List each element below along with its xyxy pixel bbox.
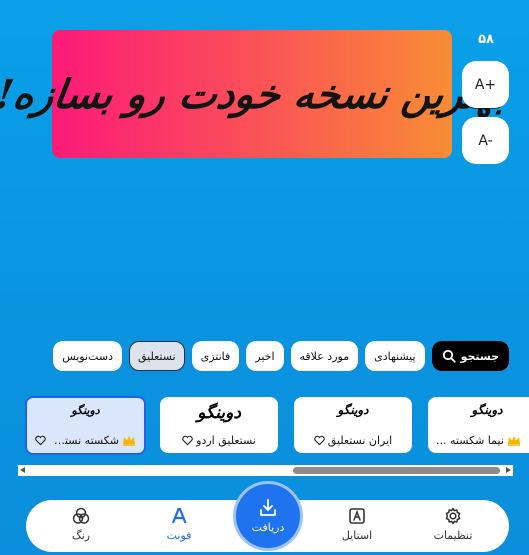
font-name: نستعلیق اردو xyxy=(196,433,256,447)
chip-nastaliq[interactable]: نستعلیق xyxy=(128,341,185,371)
download-button[interactable]: دریافت xyxy=(236,484,300,548)
style-icon xyxy=(349,508,365,524)
font-name: ایران نستعلیق xyxy=(327,433,393,447)
scroll-right-arrow[interactable] xyxy=(506,467,511,473)
color-palette-icon xyxy=(72,507,90,524)
font-card[interactable]: دوینگو نستعلیق اردو xyxy=(160,397,278,453)
font-card-selected[interactable]: دوینگو شکسته نستع... xyxy=(25,396,146,455)
chip-favorites[interactable]: مورد علاقه xyxy=(290,341,359,371)
nav-font[interactable]: فونت xyxy=(144,506,214,550)
crown-icon xyxy=(507,435,520,446)
font-size-value: ۵۸ xyxy=(478,32,494,47)
heart-icon[interactable] xyxy=(182,435,193,446)
increase-size-button[interactable]: A+ xyxy=(462,61,509,108)
search-icon xyxy=(442,349,456,363)
font-name: نیما شکسته ... xyxy=(436,433,504,447)
gear-icon xyxy=(445,507,461,525)
nav-style[interactable]: استایل xyxy=(322,506,392,550)
heart-icon[interactable] xyxy=(35,435,46,446)
text-preview-banner: بهترین نسخه خودت رو بسازه! xyxy=(0,30,511,158)
filter-chip-bar: جستجو پیشنهادی مورد علاقه اخیر فانتزی نس… xyxy=(18,340,509,372)
font-name: شکسته نستع... xyxy=(49,433,119,447)
chip-recent[interactable]: اخیر xyxy=(246,341,284,371)
crown-icon xyxy=(123,435,135,446)
font-list: دوینگو نیما شکسته ... دوینگو ایران نستعل… xyxy=(0,396,529,458)
scrollbar-thumb[interactable] xyxy=(293,467,500,474)
font-sample: دوینگو xyxy=(197,403,241,423)
chip-fantasy[interactable]: فانتزی xyxy=(191,341,240,371)
chip-suggested[interactable]: پیشنهادی xyxy=(365,341,425,371)
scroll-left-arrow[interactable] xyxy=(20,467,25,473)
download-label: دریافت xyxy=(251,521,285,534)
download-icon xyxy=(260,499,276,516)
nav-style-label: استایل xyxy=(341,529,373,542)
search-label: جستجو xyxy=(460,349,499,363)
search-button[interactable]: جستجو xyxy=(431,341,509,371)
font-sample: دوینگو xyxy=(337,403,369,417)
font-card[interactable]: دوینگو ایران نستعلیق xyxy=(294,397,412,453)
preview-text: بهترین نسخه خودت رو بسازه! xyxy=(0,70,512,118)
heart-icon[interactable] xyxy=(314,435,325,446)
nav-color[interactable]: رنگ xyxy=(46,506,116,550)
nav-settings[interactable]: تنظیمات xyxy=(418,506,488,550)
font-sample: دوینگو xyxy=(71,404,100,417)
font-list-scrollbar[interactable] xyxy=(18,465,513,476)
nav-color-label: رنگ xyxy=(71,529,91,542)
font-card[interactable]: دوینگو نیما شکسته ... xyxy=(428,397,529,453)
chip-handwriting[interactable]: دست‌نویس xyxy=(53,341,122,371)
nav-font-label: فونت xyxy=(166,529,192,542)
font-icon xyxy=(171,507,187,524)
decrease-size-button[interactable]: A- xyxy=(462,117,509,164)
nav-settings-label: تنظیمات xyxy=(433,529,473,542)
font-sample: دوینگو xyxy=(471,403,503,417)
